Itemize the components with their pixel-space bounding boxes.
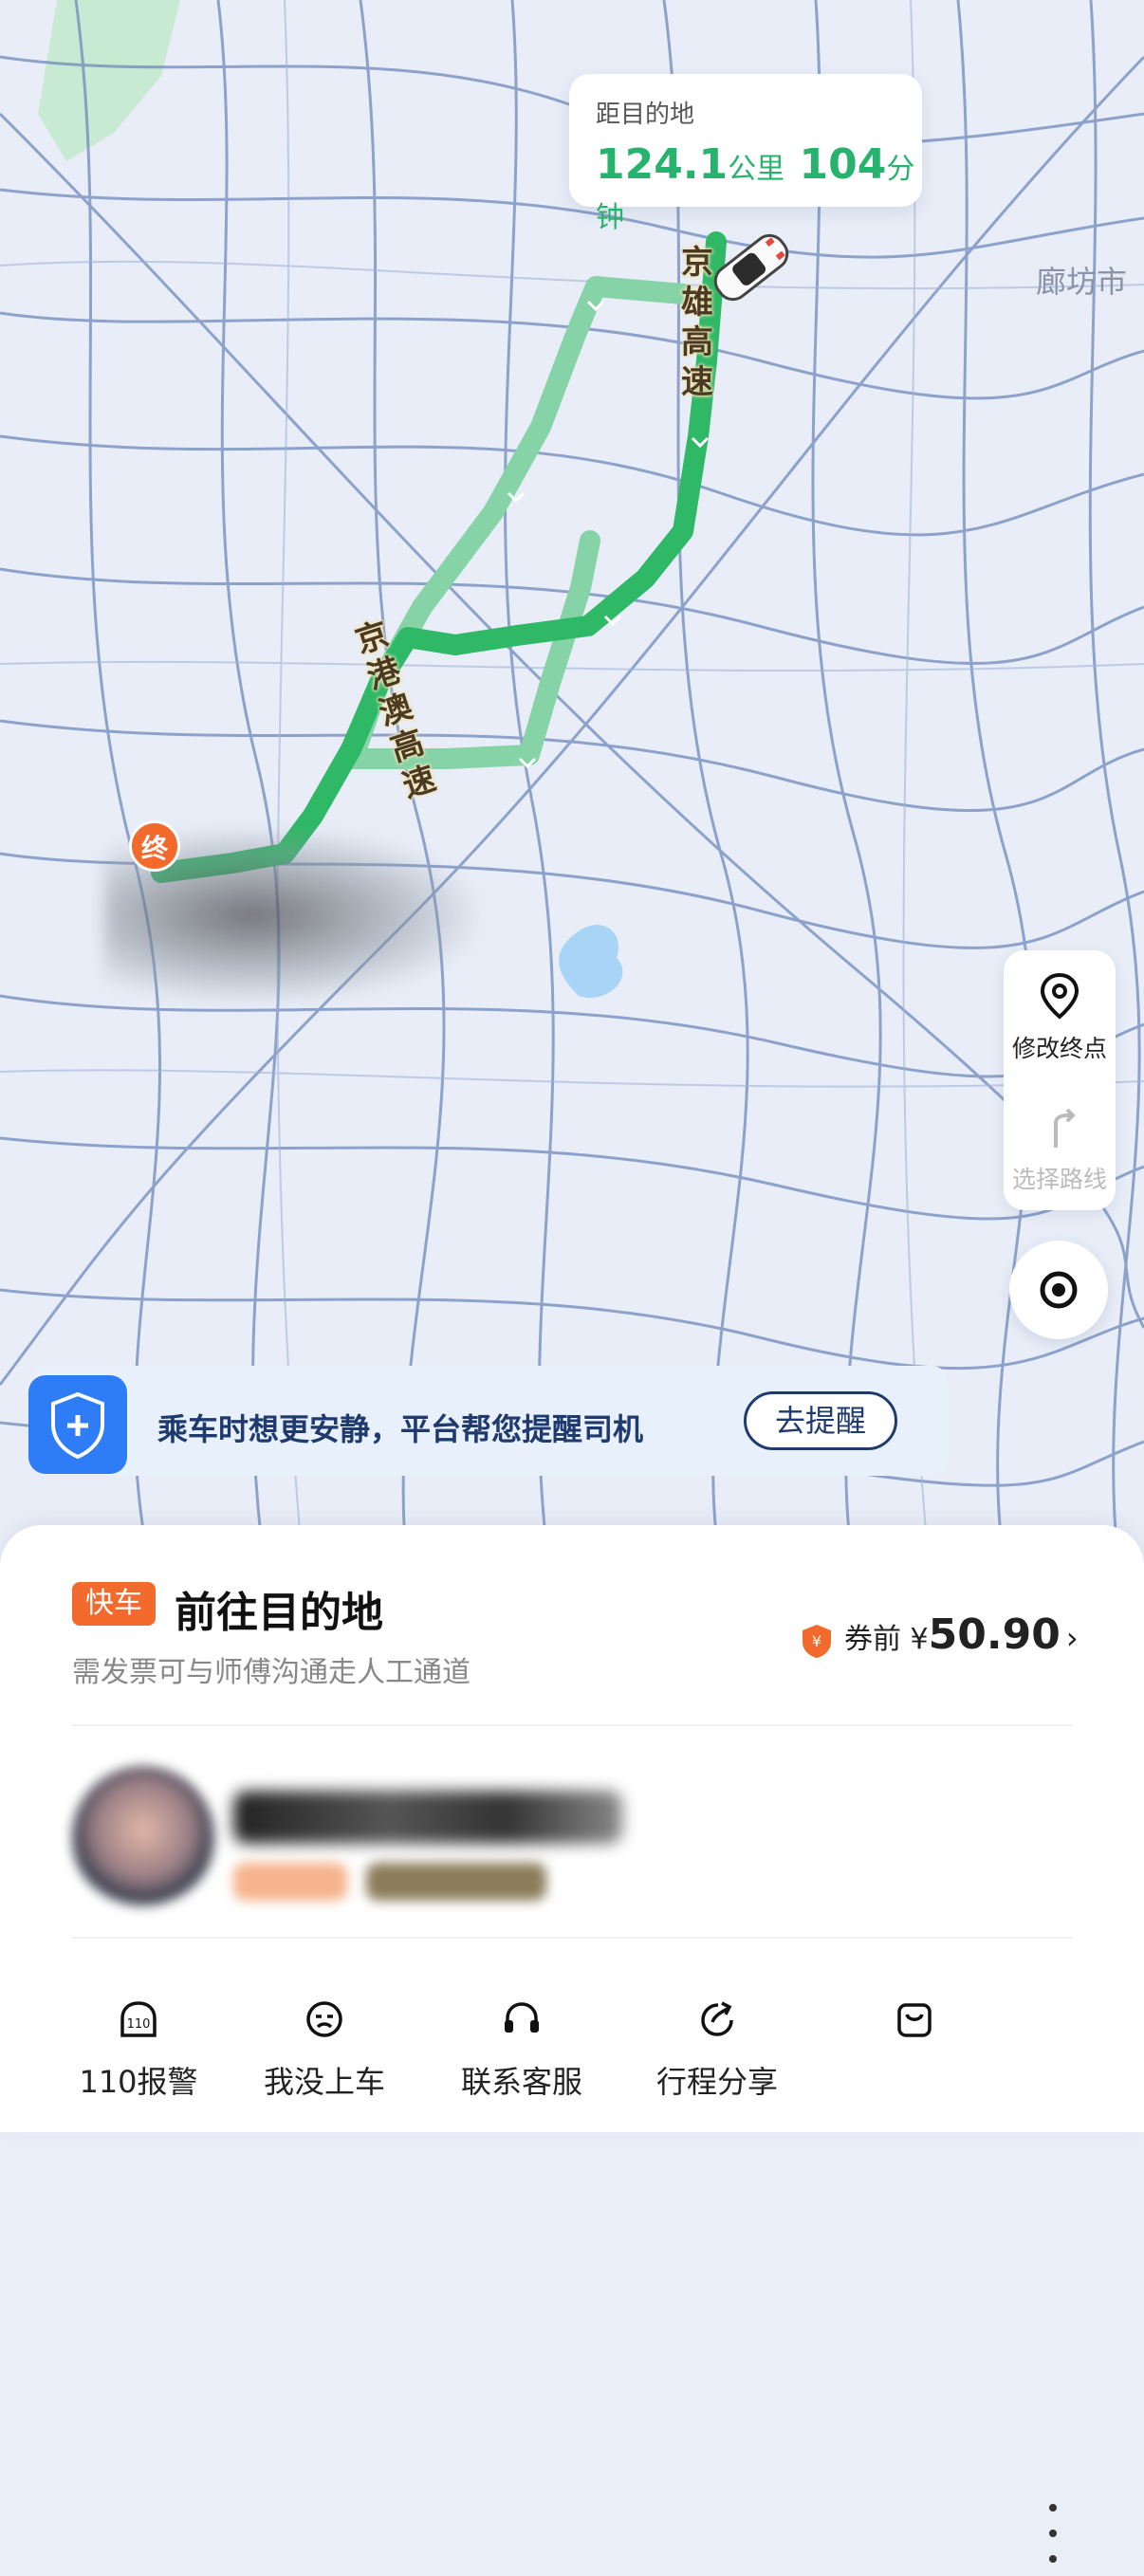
edit-destination-label: 修改终点: [1011, 1035, 1107, 1062]
svg-text:¥: ¥: [812, 1632, 821, 1650]
headset-icon: [505, 2002, 539, 2033]
divider: [72, 1724, 1072, 1726]
divider: [72, 1937, 1072, 1939]
duration-min: 104: [799, 140, 887, 189]
coupon-shield-icon: ¥: [803, 1624, 831, 1658]
svg-text:110: 110: [127, 2017, 151, 2032]
map-view[interactable]: 距目的地 124.1公里 104分钟 廊坊市 京雄高速 京港澳高速 终: [0, 0, 1144, 1574]
price-amount: 50.90: [928, 1610, 1061, 1659]
distance-km-unit: 公里: [728, 153, 785, 186]
ride-type-tag: 快车: [72, 1582, 156, 1626]
share-icon: [701, 2001, 733, 2036]
chevron-right-icon: ›: [1065, 1620, 1079, 1656]
road-label-jingxiong: 京雄高速: [681, 244, 713, 401]
distance-value: 124.1公里 104分钟: [596, 140, 922, 237]
banner-text: 乘车时想更安静，平台帮您提醒司机: [157, 1411, 644, 1447]
trip-subtitle: 需发票可与师傅沟通走人工通道: [72, 1656, 471, 1689]
price-prefix: 券前: [844, 1623, 901, 1656]
driver-rating-blurred: [233, 1863, 347, 1901]
choose-route-label: 选择路线: [1011, 1166, 1107, 1193]
end-marker[interactable]: 终: [129, 820, 180, 872]
lake: [559, 925, 623, 998]
trip-title: 前往目的地: [175, 1589, 383, 1637]
action-bar: 110 110报警 我没上车 联系客服 行程分享: [0, 1997, 1144, 2563]
price-currency: ¥: [910, 1623, 929, 1656]
locate-icon: [1040, 1271, 1078, 1309]
driver-avatar: [72, 1766, 214, 1908]
share-trip-button[interactable]: 行程分享: [622, 1997, 812, 2102]
distance-label: 距目的地: [596, 101, 695, 129]
police-110-button[interactable]: 110 110报警: [44, 1997, 233, 2102]
remind-driver-button[interactable]: 去提醒: [744, 1391, 897, 1450]
road-network: [0, 0, 1144, 1574]
quiet-ride-banner: 乘车时想更安静，平台帮您提醒司机 去提醒: [28, 1366, 949, 1476]
trip-sheet: 快车 前往目的地 需发票可与师傅沟通走人工通道 ¥ 券前 ¥50.90 › 110…: [0, 1525, 1144, 2563]
police-110-label: 110报警: [79, 2064, 198, 2100]
route-fork-icon: [1054, 1108, 1076, 1148]
contact-support-button[interactable]: 联系客服: [427, 1997, 617, 2102]
driver-badge-blurred: [366, 1863, 546, 1901]
map-canvas: [0, 0, 1144, 1574]
distance-card: 距目的地 124.1公里 104分钟: [569, 74, 922, 234]
not-boarded-icon: [306, 2001, 342, 2037]
choose-route-button[interactable]: 选择路线: [1004, 1102, 1116, 1195]
locate-me-button[interactable]: [1009, 1241, 1108, 1339]
more-vertical-icon[interactable]: [1043, 2491, 1062, 2576]
contact-support-label: 联系客服: [460, 2064, 582, 2100]
shield-plus-icon: [28, 1375, 127, 1474]
share-trip-label: 行程分享: [655, 2064, 778, 2100]
not-boarded-button[interactable]: 我没上车: [230, 1997, 419, 2102]
edit-destination-button[interactable]: 修改终点: [1004, 971, 1116, 1064]
bag-icon: [897, 2003, 932, 2037]
park-area: [38, 0, 180, 161]
price-button[interactable]: ¥ 券前 ¥50.90 ›: [801, 1610, 1079, 1659]
city-label: 廊坊市: [1036, 264, 1128, 300]
distance-km: 124.1: [596, 140, 729, 189]
location-pin-icon: [1040, 972, 1079, 1020]
driver-name-blurred: [233, 1791, 622, 1844]
map-side-controls: 修改终点 选择路线: [1004, 950, 1116, 1210]
not-boarded-label: 我没上车: [263, 2064, 385, 2100]
driver-info[interactable]: [72, 1762, 641, 1923]
police-110-icon: 110: [120, 2001, 157, 2037]
more-service-button[interactable]: [820, 1997, 1009, 2058]
